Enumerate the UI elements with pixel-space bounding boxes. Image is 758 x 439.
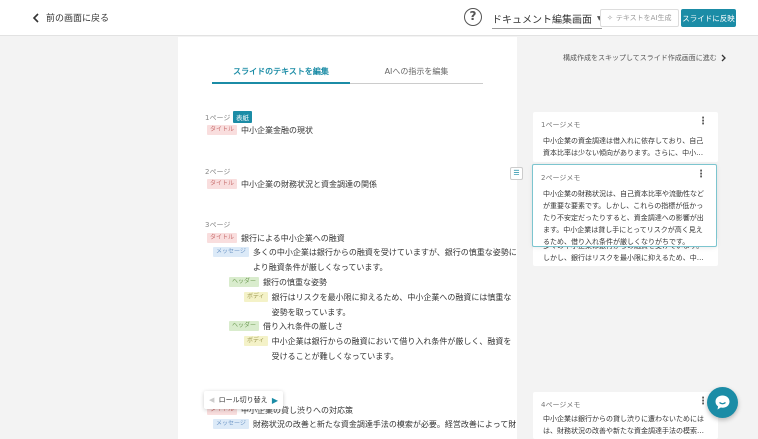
back-link-label: 前の画面に戻る xyxy=(46,14,110,24)
slide-title-row[interactable]: タイトル 中小企業金融の現状 xyxy=(207,123,313,138)
memo-text-line: 中小企業の財務状況は、自己資本比率や流動性など xyxy=(543,190,704,198)
memo-label: 1ページメモ xyxy=(541,121,581,129)
chat-button[interactable] xyxy=(707,387,738,418)
body-text-line: 姿勢を取っています。 xyxy=(271,308,351,317)
skip-link-label: 構成作成をスキップしてスライド作成画面に進む xyxy=(563,54,717,62)
message-row[interactable]: メッセージ 多くの中小企業は銀行からの融資を受けていますが、銀行の慎重な姿勢に … xyxy=(213,245,517,275)
mode-select-label: ドキュメント編集画面 xyxy=(492,15,592,26)
top-bar: 前の画面に戻る ? ドキュメント編集画面 ▼ ✧ テキストをAI生成 スライドに… xyxy=(0,0,758,36)
memo-text-line: たり不安定だったりすると、資金調達への影響が出 xyxy=(543,214,704,222)
memo-card-selected[interactable]: 2ページメモ ⋮ 中小企業の財務状況は、自己資本比率や流動性など が重要な要素で… xyxy=(532,164,717,247)
memo-label: 2ページメモ xyxy=(541,174,581,182)
title-tag: タイトル xyxy=(207,179,238,189)
memo-text-line: 中小企業の資金調達は借入れに依存しており、自己 xyxy=(543,137,704,145)
apply-to-slides-button[interactable]: スライドに反映 xyxy=(681,9,736,27)
arrow-right-icon[interactable]: ▶ xyxy=(272,396,278,405)
skip-link[interactable]: 構成作成をスキップしてスライド作成画面に進む xyxy=(563,53,726,63)
header-row[interactable]: ヘッダー 銀行の慎重な姿勢 xyxy=(229,275,327,290)
header-text: 借り入れ条件の厳しさ xyxy=(263,322,344,331)
header-row[interactable]: ヘッダー 借り入れ条件の厳しさ xyxy=(229,319,343,334)
page-label: 2ページ xyxy=(205,168,231,176)
memo-card[interactable]: 1ページメモ ⋮ 中小企業の資金調達は借入れに依存しており、自己 資本比率は少な… xyxy=(533,112,718,162)
body-row[interactable]: ボディ 中小企業は銀行からの融資において借り入れ条件が厳しく、融資を 受けること… xyxy=(244,334,511,364)
message-tag: メッセージ xyxy=(213,247,249,257)
memo-text-line: は、財務状況の改善や新たな資金調達手法の模索… xyxy=(543,427,704,435)
memo-card[interactable]: 4ページメモ ⋮ 中小企業は銀行からの貸し渋りに遭わないためには は、財務状況の… xyxy=(533,392,718,439)
more-vertical-icon[interactable]: ⋮ xyxy=(696,169,706,180)
slide-title-row[interactable]: タイトル 銀行による中小企業への融資 xyxy=(207,231,345,246)
chevron-left-icon xyxy=(32,12,39,23)
slide-title-row[interactable]: タイトル 中小企業の財務状況と資金調達の関係 xyxy=(207,177,377,192)
cover-badge: 表紙 xyxy=(233,111,252,123)
slide-title-text: 中小企業の財務状況と資金調達の関係 xyxy=(241,180,378,189)
help-icon[interactable]: ? xyxy=(464,8,482,26)
memo-label: 4ページメモ xyxy=(541,401,581,409)
tab-slide-text[interactable]: スライドのテキストを編集 xyxy=(212,66,350,84)
mode-select[interactable]: ドキュメント編集画面 ▼ xyxy=(492,11,602,29)
body-tag: ボディ xyxy=(244,336,268,346)
message-row[interactable]: メッセージ 財務状況の改善と新たな資金調達手法の模索が必要。経営改善によって財 xyxy=(213,417,516,432)
memo-text-line: るため、借り入れ条件が厳しくなりがちです。 xyxy=(543,238,690,246)
sparkle-icon: ✧ xyxy=(607,14,613,22)
chevron-right-icon xyxy=(721,54,726,62)
ai-generate-button[interactable]: ✧ テキストをAI生成 xyxy=(600,9,679,27)
memo-text-line: 中小企業は銀行からの貸し渋りに遭わないためには xyxy=(543,415,704,423)
chat-bubble-icon xyxy=(715,395,730,410)
body-tag: ボディ xyxy=(244,292,268,302)
editor-tabs: スライドのテキストを編集 AIへの指示を編集 xyxy=(212,66,483,84)
page-label: 3ページ xyxy=(205,221,231,229)
header-tag: ヘッダー xyxy=(229,321,260,331)
memo-icon[interactable]: ☰ xyxy=(510,167,523,180)
body-text-line: 銀行はリスクを最小限に抑えるため、中小企業への融資には慎重な xyxy=(271,293,512,302)
back-link[interactable]: 前の画面に戻る xyxy=(32,11,109,24)
memo-text-line: 資本比率は少ない傾向があります。さらに、中小… xyxy=(543,149,704,157)
slide-title-text: 中小企業金融の現状 xyxy=(241,126,314,135)
message-text-line: 財務状況の改善と新たな資金調達手法の模索が必要。経営改善によって財 xyxy=(252,420,517,429)
role-switch-toolbar[interactable]: ◀ ロール切り替え ▶ xyxy=(204,391,283,409)
header-text: 銀行の慎重な姿勢 xyxy=(263,278,328,287)
title-tag: タイトル xyxy=(207,125,238,135)
arrow-left-icon[interactable]: ◀ xyxy=(209,396,214,404)
ai-generate-label: テキストをAI生成 xyxy=(615,14,672,22)
memo-text-line: しかし、銀行はリスクを最小限に抑えるため、中… xyxy=(543,254,704,262)
body-text-line: 受けることが難しくなっています。 xyxy=(271,352,399,361)
more-vertical-icon[interactable]: ⋮ xyxy=(698,116,708,127)
tab-ai-instructions[interactable]: AIへの指示を編集 xyxy=(350,66,483,84)
page-label: 1ページ xyxy=(205,114,231,122)
message-text-line: より融資条件が厳しくなっています。 xyxy=(252,263,388,272)
message-tag: メッセージ xyxy=(213,419,249,429)
header-tag: ヘッダー xyxy=(229,277,260,287)
role-switch-label: ロール切り替え xyxy=(218,396,268,404)
body-row[interactable]: ボディ 銀行はリスクを最小限に抑えるため、中小企業への融資には慎重な 姿勢を取っ… xyxy=(244,290,511,320)
title-tag: タイトル xyxy=(207,233,238,243)
memo-text-line: ます。中小企業は貸し手にとってリスクが高く見え xyxy=(543,226,703,234)
memo-text-line: が重要な要素です。しかし、これらの指標が低かっ xyxy=(543,202,704,210)
slide-title-text: 銀行による中小企業への融資 xyxy=(241,234,345,243)
body-text-line: 中小企業は銀行からの融資において借り入れ条件が厳しく、融資を xyxy=(271,337,512,346)
message-text-line: 多くの中小企業は銀行からの融資を受けていますが、銀行の慎重な姿勢に xyxy=(252,248,517,257)
